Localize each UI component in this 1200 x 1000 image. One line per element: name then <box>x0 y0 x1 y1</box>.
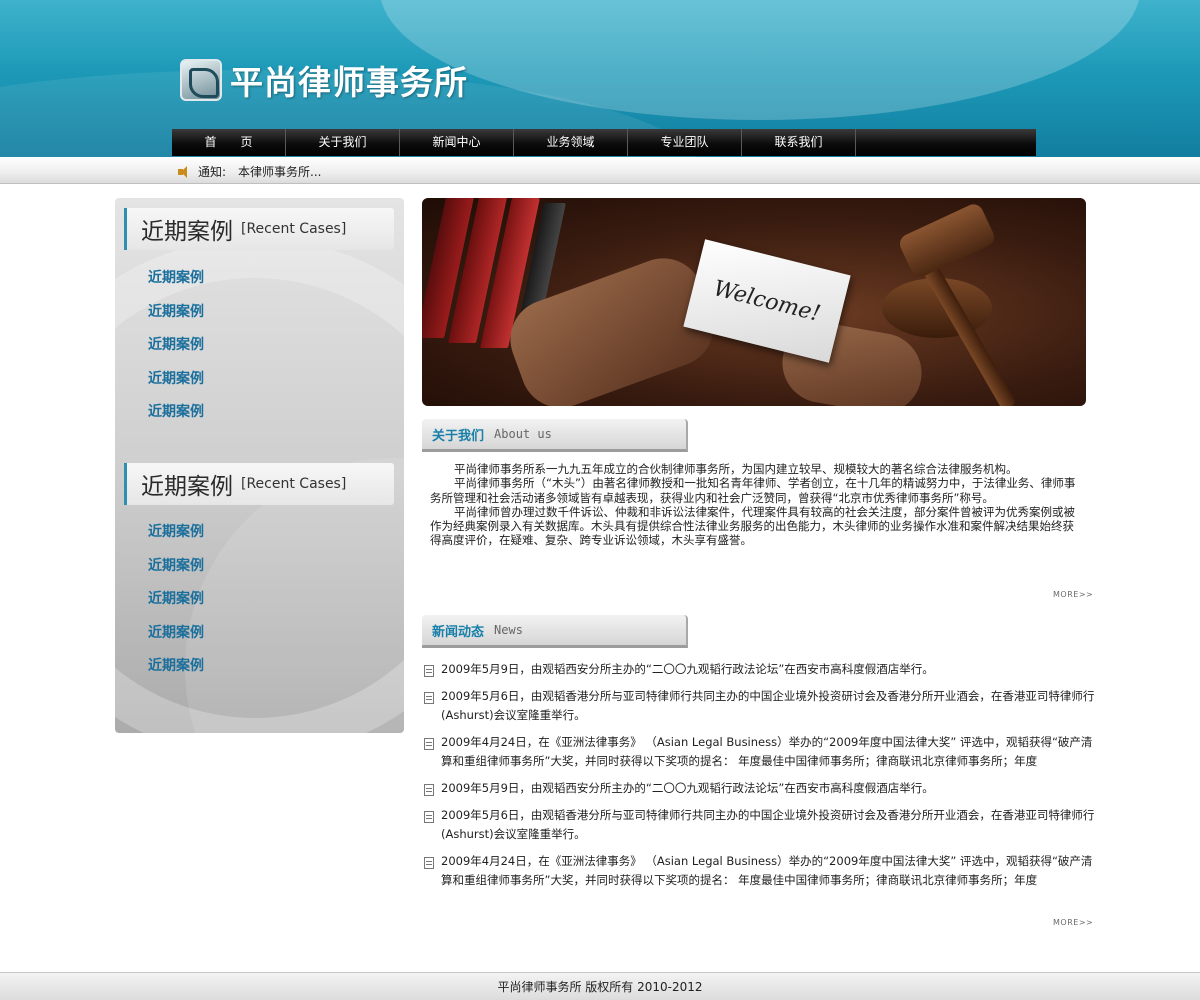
case-link[interactable]: 近期案例 <box>148 550 388 584</box>
document-icon <box>424 784 434 796</box>
news-item[interactable]: 2009年5月6日，由观韬香港分所与亚司特律师行共同主办的中国企业境外投资研讨会… <box>424 687 1096 725</box>
logo-mark-icon <box>180 59 222 101</box>
case-link[interactable]: 近期案例 <box>148 296 388 330</box>
document-icon <box>424 665 434 677</box>
news-item-text[interactable]: 2009年5月9日，由观韬西安分所主办的“二〇〇九观韬行政法论坛”在西安市高科度… <box>441 779 934 798</box>
section-title-en: [Recent Cases] <box>241 221 347 237</box>
site-header: 平尚律师事务所 首 页 关于我们 新闻中心 业务领域 专业团队 联系我们 <box>0 0 1200 157</box>
about-paragraph: 平尚律师事务所（“木头”）由著名律师教授和一批知名青年律师、学者创立，在十几年的… <box>430 476 1076 505</box>
about-section-title: 关于我们 About us <box>422 419 688 452</box>
welcome-card-text: Welcome! <box>711 275 823 327</box>
news-item[interactable]: 2009年4月24日，在《亚洲法律事务》 （Asian Legal Busine… <box>424 852 1096 890</box>
about-paragraph: 平尚律师事务所系一九九五年成立的合伙制律师事务所，为国内建立较早、规模较大的著名… <box>454 462 1018 476</box>
recent-cases-list-2: 近期案例 近期案例 近期案例 近期案例 近期案例 <box>148 516 388 684</box>
about-more-link[interactable]: MORE>> <box>1053 590 1093 599</box>
news-item-text[interactable]: 2009年5月6日，由观韬香港分所与亚司特律师行共同主办的中国企业境外投资研讨会… <box>441 687 1096 725</box>
section-title-en: [Recent Cases] <box>241 476 347 492</box>
about-paragraph: 平尚律师曾办理过数千件诉讼、仲裁和非诉讼法律案件，代理案件具有较高的社会关注度，… <box>430 504 1075 548</box>
news-item[interactable]: 2009年5月6日，由观韬香港分所与亚司特律师行共同主办的中国企业境外投资研讨会… <box>424 806 1096 844</box>
notice-bar: 通知: 本律师事务所... <box>0 157 1200 184</box>
case-link[interactable]: 近期案例 <box>148 329 388 363</box>
welcome-banner: Welcome! <box>422 198 1086 406</box>
news-item-text[interactable]: 2009年5月9日，由观韬西安分所主办的“二〇〇九观韬行政法论坛”在西安市高科度… <box>441 660 934 679</box>
nav-item-about[interactable]: 关于我们 <box>286 129 400 156</box>
nav-item-home[interactable]: 首 页 <box>172 129 286 156</box>
document-icon <box>424 811 434 823</box>
sidebar: 近期案例 [Recent Cases] 近期案例 近期案例 近期案例 近期案例 … <box>115 198 404 733</box>
section-title-cn: 近期案例 <box>141 219 233 245</box>
case-link[interactable]: 近期案例 <box>148 396 388 430</box>
news-more-link[interactable]: MORE>> <box>1053 918 1093 927</box>
news-item-text[interactable]: 2009年5月6日，由观韬香港分所与亚司特律师行共同主办的中国企业境外投资研讨会… <box>441 806 1096 844</box>
news-item-text[interactable]: 2009年4月24日，在《亚洲法律事务》 （Asian Legal Busine… <box>441 733 1096 771</box>
news-list: 2009年5月9日，由观韬西安分所主办的“二〇〇九观韬行政法论坛”在西安市高科度… <box>424 660 1096 898</box>
recent-cases-list: 近期案例 近期案例 近期案例 近期案例 近期案例 <box>148 262 388 430</box>
recent-cases-title-2: 近期案例 [Recent Cases] <box>124 463 394 505</box>
case-link[interactable]: 近期案例 <box>148 583 388 617</box>
about-title-cn: 关于我们 <box>432 428 485 444</box>
about-title-en: About us <box>494 427 552 441</box>
copyright-text: 平尚律师事务所 版权所有 2010-2012 <box>497 980 703 994</box>
site-title: 平尚律师事务所 <box>230 63 468 102</box>
recent-cases-title: 近期案例 [Recent Cases] <box>124 208 394 250</box>
document-icon <box>424 857 434 869</box>
nav-item-practice[interactable]: 业务领域 <box>514 129 628 156</box>
news-title-cn: 新闻动态 <box>432 624 485 640</box>
nav-item-team[interactable]: 专业团队 <box>628 129 742 156</box>
site-logo[interactable]: 平尚律师事务所 <box>180 58 468 102</box>
case-link[interactable]: 近期案例 <box>148 363 388 397</box>
document-icon <box>424 692 434 704</box>
news-item-text[interactable]: 2009年4月24日，在《亚洲法律事务》 （Asian Legal Busine… <box>441 852 1096 890</box>
notice-text[interactable]: 本律师事务所... <box>238 163 321 180</box>
news-item[interactable]: 2009年4月24日，在《亚洲法律事务》 （Asian Legal Busine… <box>424 733 1096 771</box>
document-icon <box>424 738 434 750</box>
case-link[interactable]: 近期案例 <box>148 516 388 550</box>
gavel-icon <box>896 201 998 280</box>
case-link[interactable]: 近期案例 <box>148 650 388 684</box>
news-item[interactable]: 2009年5月9日，由观韬西安分所主办的“二〇〇九观韬行政法论坛”在西安市高科度… <box>424 779 1096 798</box>
main-nav: 首 页 关于我们 新闻中心 业务领域 专业团队 联系我们 <box>172 129 1036 156</box>
news-title-en: News <box>494 623 523 637</box>
notice-label: 通知: <box>198 165 227 179</box>
nav-item-contact[interactable]: 联系我们 <box>742 129 856 156</box>
site-footer: 平尚律师事务所 版权所有 2010-2012 <box>0 972 1200 1000</box>
news-item[interactable]: 2009年5月9日，由观韬西安分所主办的“二〇〇九观韬行政法论坛”在西安市高科度… <box>424 660 1096 679</box>
nav-item-news[interactable]: 新闻中心 <box>400 129 514 156</box>
speaker-icon <box>178 165 192 178</box>
about-text: 平尚律师事务所系一九九五年成立的合伙制律师事务所，为国内建立较早、规模较大的著名… <box>430 462 1080 548</box>
case-link[interactable]: 近期案例 <box>148 617 388 651</box>
section-title-cn: 近期案例 <box>141 474 233 500</box>
news-section-title: 新闻动态 News <box>422 615 688 648</box>
case-link[interactable]: 近期案例 <box>148 262 388 296</box>
